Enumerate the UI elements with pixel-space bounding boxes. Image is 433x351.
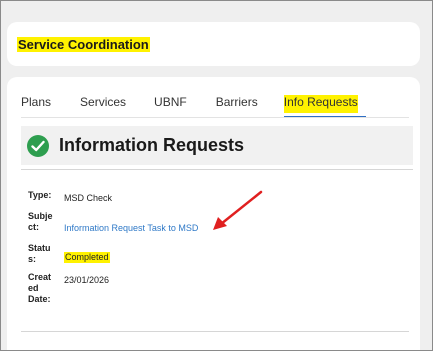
service-coordination-card: Service Coordination: [7, 22, 420, 66]
section-title: Service Coordination: [17, 37, 150, 52]
tab-bar: Plans Services UBNF Barriers Info Reques…: [21, 95, 387, 118]
type-label: Type:: [28, 190, 52, 200]
tab-ubnf[interactable]: UBNF: [154, 95, 187, 113]
tab-barriers[interactable]: Barriers: [216, 95, 258, 113]
status-label: Status:: [28, 243, 51, 264]
check-circle-icon: [27, 135, 49, 157]
header-divider: [21, 169, 413, 170]
created-date-value: 23/01/2026: [64, 275, 110, 285]
tab-info-requests[interactable]: Info Requests: [283, 95, 366, 118]
annotation-arrow-icon: [213, 190, 263, 230]
subject-link[interactable]: Information Request Task to MSD: [64, 223, 198, 234]
type-value: MSD Check: [64, 193, 113, 203]
app-frame: Service Coordination Plans Services UBNF…: [0, 0, 433, 351]
tab-plans[interactable]: Plans: [21, 95, 51, 113]
tab-services[interactable]: Services: [80, 95, 126, 113]
created-date-label: Created Date:: [28, 272, 52, 304]
tabs-divider: [21, 117, 409, 118]
page-title: Information Requests: [59, 135, 245, 155]
info-requests-header: Information Requests: [21, 126, 413, 165]
status-value: Completed: [64, 252, 110, 263]
subject-label: Subject:: [28, 211, 53, 232]
bottom-divider: [21, 331, 409, 332]
